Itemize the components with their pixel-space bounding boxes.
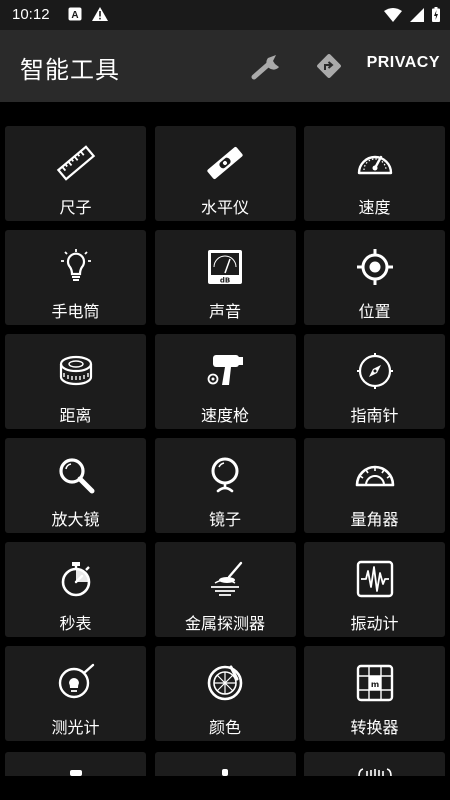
tool-color[interactable]: 颜色 (154, 646, 296, 741)
tool-converter[interactable]: m 转换器 (304, 646, 445, 741)
stopwatch-icon (61, 562, 90, 597)
app-bar: 智能工具 PRIVACY (0, 30, 450, 102)
privacy-button[interactable]: PRIVACY (367, 54, 440, 72)
tool-vibration[interactable]: 振动计 (304, 542, 445, 637)
tool-speed-gun[interactable]: 速度枪 (154, 334, 296, 429)
protractor-icon (355, 465, 394, 487)
color-palette-icon (207, 665, 243, 701)
battery-icon (432, 7, 440, 22)
tool-label: 金属探测器 (184, 614, 265, 633)
metal-detector-icon (211, 561, 243, 596)
wrench-icon (251, 55, 279, 80)
speedometer-icon (357, 155, 392, 175)
svg-text:m: m (370, 680, 378, 689)
tool-label: 量角器 (350, 510, 399, 529)
partial-tool-icon (69, 770, 82, 776)
tool-label: 颜色 (208, 718, 241, 737)
status-time: 10:12 (12, 6, 50, 23)
warning-icon (92, 7, 108, 21)
speed-gun-icon (207, 355, 243, 385)
tool-mirror[interactable]: 镜子 (154, 438, 296, 533)
tool-label: 镜子 (208, 510, 241, 529)
tool-label: 位置 (358, 302, 391, 321)
tool-metal-detector[interactable]: 金属探测器 (154, 542, 296, 637)
vibration-meter-icon (356, 560, 393, 598)
tool-location[interactable]: 位置 (304, 230, 445, 325)
light-meter-icon (58, 663, 94, 699)
partial-tool-icon (222, 769, 228, 776)
level-icon (207, 147, 243, 179)
tool-label: 测光计 (51, 718, 100, 737)
tool-speed[interactable]: 速度 (304, 126, 445, 221)
tools-grid: 尺子 水平仪 速度 手电筒 dB 声音 位置 距离 速度枪 指南针 放大镜 镜子… (5, 126, 445, 741)
tool-magnifier[interactable]: 放大镜 (5, 438, 146, 533)
tool-flashlight[interactable]: 手电筒 (5, 230, 146, 325)
unit-converter-icon: m (356, 664, 393, 702)
signal-icon (410, 7, 424, 22)
tool-distance[interactable]: 距离 (5, 334, 146, 429)
notification-a-icon: A (68, 7, 82, 21)
bottom-nav-strip (0, 776, 450, 800)
tool-compass[interactable]: 指南针 (304, 334, 445, 429)
app-title: 智能工具 (20, 56, 120, 84)
tool-label: 秒表 (59, 614, 92, 633)
decibel-meter-icon: dB (208, 250, 242, 285)
partial-tool-icon (357, 768, 392, 776)
ruler-icon (56, 145, 95, 181)
mirror-icon (211, 457, 239, 493)
tool-ruler[interactable]: 尺子 (5, 126, 146, 221)
directions-icon (317, 54, 341, 78)
tool-protractor[interactable]: 量角器 (304, 438, 445, 533)
tool-sound[interactable]: dB 声音 (154, 230, 296, 325)
magnifier-icon (58, 458, 94, 494)
directions-button[interactable] (312, 50, 346, 82)
tool-level[interactable]: 水平仪 (154, 126, 296, 221)
tool-label: 水平仪 (200, 198, 249, 217)
status-bar: 10:12 A (0, 0, 450, 30)
tool-stopwatch[interactable]: 秒表 (5, 542, 146, 637)
tape-measure-icon (59, 355, 92, 386)
flashlight-icon (60, 249, 91, 281)
svg-text:A: A (71, 10, 78, 21)
tool-label: 速度 (358, 198, 391, 217)
tool-label: 放大镜 (51, 510, 100, 529)
tool-label: 指南针 (350, 406, 399, 425)
wifi-icon (384, 7, 402, 22)
tool-label: 手电筒 (51, 302, 100, 321)
tool-label: 速度枪 (200, 406, 249, 425)
tool-label: 转换器 (350, 718, 399, 737)
tool-label: 距离 (59, 406, 92, 425)
tool-label: 振动计 (350, 614, 399, 633)
compass-icon (356, 353, 393, 389)
tool-label: 尺子 (59, 198, 92, 217)
tool-light-meter[interactable]: 测光计 (5, 646, 146, 741)
svg-text:dB: dB (220, 277, 230, 285)
location-target-icon (356, 249, 393, 285)
tools-settings-button[interactable] (248, 50, 288, 82)
tool-label: 声音 (208, 302, 241, 321)
